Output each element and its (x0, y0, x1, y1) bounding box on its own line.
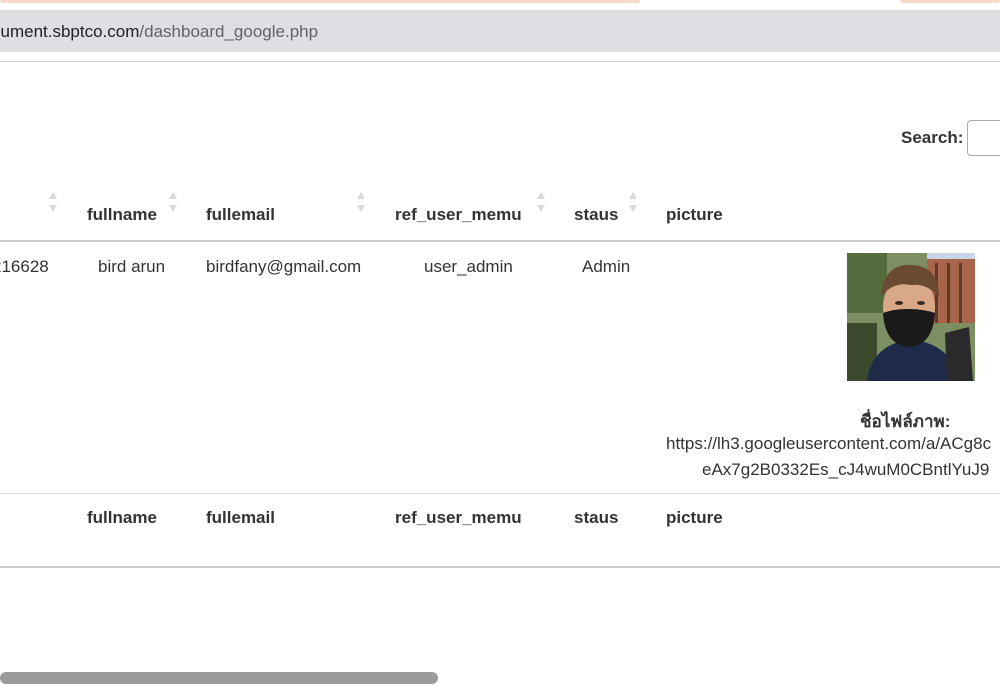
footer-header-staus: staus (574, 508, 619, 527)
sort-icon[interactable] (48, 191, 58, 213)
cell-id: 216628 (0, 257, 49, 276)
sort-icon[interactable] (356, 191, 366, 213)
picture-url-line-1: https://lh3.googleusercontent.com/a/ACg8… (666, 434, 992, 453)
scrollbar-thumb[interactable] (0, 672, 438, 684)
footer-header-picture: picture (666, 508, 723, 527)
search-label: Search: (901, 128, 964, 147)
address-bar[interactable]: cument.sbptco.com/dashboard_google.php (0, 10, 1000, 52)
cell-staus: Admin (582, 257, 631, 276)
column-header-staus[interactable]: staus (574, 205, 618, 225)
tab-strip (0, 0, 1000, 10)
avatar (847, 253, 975, 381)
cell-ref-user-memu: user_admin (424, 257, 513, 276)
sort-icon[interactable] (536, 191, 546, 213)
browser-tab[interactable] (0, 0, 640, 3)
url-path: /dashboard_google.php (139, 22, 319, 41)
search-box: Search: (901, 118, 1000, 158)
page-content: Search: fullname fullemail ref_user_memu… (0, 62, 1000, 667)
header-divider (0, 240, 1000, 242)
column-header-fullemail[interactable]: fullemail (206, 205, 275, 225)
url-host: cument.sbptco.com (0, 22, 140, 41)
picture-filename-label: ชื่อไฟล์ภาพ: (860, 412, 951, 431)
row-divider (0, 493, 1000, 494)
cell-fullemail: birdfany@gmail.com (206, 257, 362, 276)
sort-icon[interactable] (628, 191, 638, 213)
column-header-fullname[interactable]: fullname (87, 205, 157, 225)
column-header-picture: picture (666, 205, 723, 224)
footer-header-ref-user-memu: ref_user_memu (395, 508, 522, 527)
browser-tab[interactable] (900, 0, 1000, 3)
column-header-ref-user-memu[interactable]: ref_user_memu (395, 205, 522, 225)
footer-divider (0, 566, 1000, 568)
sort-icon[interactable] (168, 191, 178, 213)
picture-url-line-2: eAx7g2B0332Es_cJ4wuM0CBntlYuJ9 (702, 460, 990, 479)
url-text[interactable]: cument.sbptco.com/dashboard_google.php (0, 22, 318, 42)
search-input[interactable] (967, 120, 1000, 156)
footer-header-fullname: fullname (87, 508, 157, 527)
cell-fullname: bird arun (98, 257, 166, 276)
footer-header-fullemail: fullemail (206, 508, 275, 527)
